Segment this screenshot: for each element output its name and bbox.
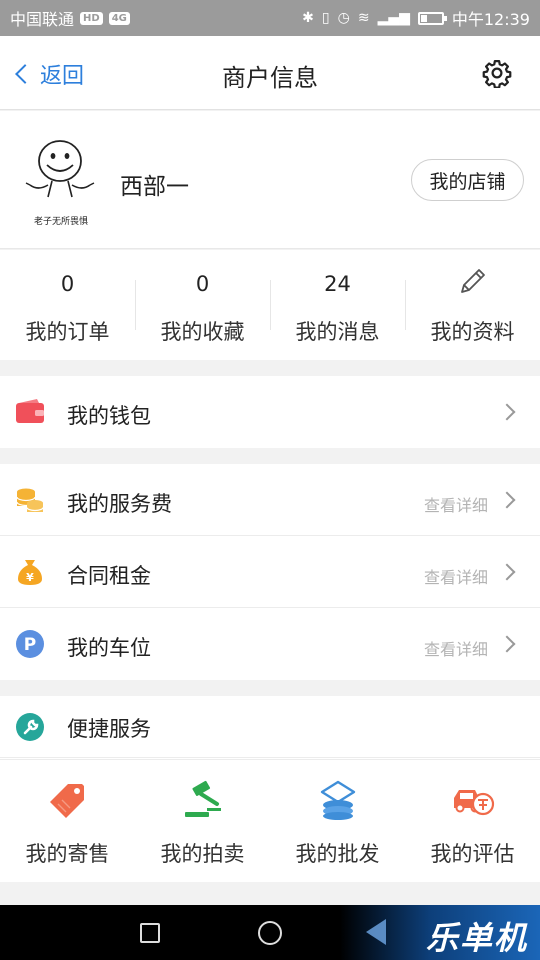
view-detail-link[interactable]: 查看详细 [424, 564, 488, 588]
stat-value: 24 [324, 272, 351, 296]
service-fee-row[interactable]: 我的服务费 查看详细 [0, 464, 540, 536]
battery-icon [417, 11, 447, 25]
home-button[interactable] [258, 921, 282, 945]
alarm-icon: ◷ [337, 10, 350, 26]
clock-text: 中午12:39 [451, 10, 530, 29]
contract-rent-label: 合同租金 [67, 564, 151, 588]
network-badge: 4G [108, 11, 130, 25]
gavel-icon [184, 780, 221, 817]
signal-icon: ▂▄▆ [377, 10, 410, 26]
chevron-right-icon [498, 403, 516, 421]
system-nav-bar: 乐单机 [0, 905, 540, 960]
avatar[interactable]: 老子无所畏惧 [22, 135, 100, 227]
back-triangle-icon[interactable] [366, 919, 386, 945]
vibrate-icon: ▯ [321, 10, 330, 26]
watermark-brand: 乐单机 [425, 919, 528, 957]
status-bar: 中国联通 HD 4G ✱ ▯ ◷ ≋ ▂▄▆ 中午12:39 [0, 0, 540, 36]
svg-text:¥: ¥ [26, 571, 34, 584]
back-label: 返回 [40, 64, 85, 89]
car-appraisal-icon [453, 790, 494, 816]
gear-icon[interactable] [482, 58, 512, 88]
tool-label: 我的拍卖 [160, 842, 245, 866]
contract-rent-row[interactable]: ¥ 合同租金 查看详细 [0, 536, 540, 608]
nav-bar: 返回 商户信息 [0, 36, 540, 110]
tool-appraisal[interactable]: 我的评估 [405, 760, 540, 881]
chevron-right-icon [498, 563, 516, 581]
merchant-name: 西部一 [120, 174, 189, 200]
parking-icon: P [16, 630, 44, 658]
stat-label: 我的消息 [295, 320, 380, 344]
svg-text:P: P [24, 635, 36, 655]
service-fee-label: 我的服务费 [67, 492, 172, 516]
wrench-icon [16, 713, 44, 741]
wallet-row[interactable]: 我的钱包 [0, 376, 540, 448]
stat-label: 我的资料 [430, 320, 515, 344]
hd-badge: HD [80, 11, 103, 25]
chevron-right-icon [498, 635, 516, 653]
meme-face-icon [25, 140, 95, 198]
tool-consignment[interactable]: 我的寄售 [0, 760, 135, 881]
back-button[interactable]: 返回 [14, 58, 84, 90]
stat-orders[interactable]: 0 我的订单 [0, 250, 135, 360]
parking-row[interactable]: P 我的车位 查看详细 [0, 608, 540, 680]
profile-card: 老子无所畏惧 西部一 我的店铺 [0, 111, 540, 249]
avatar-caption: 老子无所畏惧 [33, 217, 88, 227]
wallet-section: 我的钱包 [0, 376, 540, 448]
bluetooth-icon: ✱ [302, 10, 314, 26]
stat-favorites[interactable]: 0 我的收藏 [135, 250, 270, 360]
tool-label: 我的批发 [295, 842, 380, 866]
watermark: 乐单机 [340, 905, 540, 960]
tool-wholesale[interactable]: 我的批发 [270, 760, 405, 881]
quick-services-section: 便捷服务 我的寄售 我的拍卖 我的批发 我的评估 [0, 696, 540, 882]
view-detail-link[interactable]: 查看详细 [424, 636, 488, 660]
stat-label: 我的订单 [25, 320, 110, 344]
tool-label: 我的评估 [430, 842, 515, 866]
tool-label: 我的寄售 [25, 842, 110, 866]
chevron-right-icon [498, 491, 516, 509]
my-shop-button[interactable]: 我的店铺 [411, 159, 524, 201]
coins-icon [16, 488, 44, 512]
stats-bar: 0 我的订单 0 我的收藏 24 我的消息 我的资料 [0, 250, 540, 360]
view-detail-link[interactable]: 查看详细 [424, 492, 488, 516]
carrier-text: 中国联通 [10, 10, 75, 29]
quick-tools-grid: 我的寄售 我的拍卖 我的批发 我的评估 [0, 759, 540, 881]
fees-section: 我的服务费 查看详细 ¥ 合同租金 查看详细 P 我的车位 查看详细 [0, 464, 540, 680]
stat-label: 我的收藏 [160, 320, 245, 344]
quick-services-label: 便捷服务 [67, 717, 151, 741]
wholesale-icon [320, 780, 355, 820]
wifi-icon: ≋ [357, 10, 370, 26]
quick-services-header: 便捷服务 [0, 696, 540, 758]
pencil-icon [460, 269, 485, 293]
money-bag-icon: ¥ [18, 560, 42, 585]
recent-apps-button[interactable] [140, 923, 160, 943]
stat-messages[interactable]: 24 我的消息 [270, 250, 405, 360]
wallet-icon [16, 399, 44, 423]
stat-value: 0 [60, 272, 75, 296]
chevron-left-icon [15, 64, 35, 84]
stat-profile[interactable]: 我的资料 [405, 250, 540, 360]
tool-auction[interactable]: 我的拍卖 [135, 760, 270, 881]
parking-label: 我的车位 [67, 636, 151, 660]
tag-icon [49, 784, 84, 818]
wallet-label: 我的钱包 [67, 404, 151, 428]
stat-value: 0 [195, 272, 210, 296]
